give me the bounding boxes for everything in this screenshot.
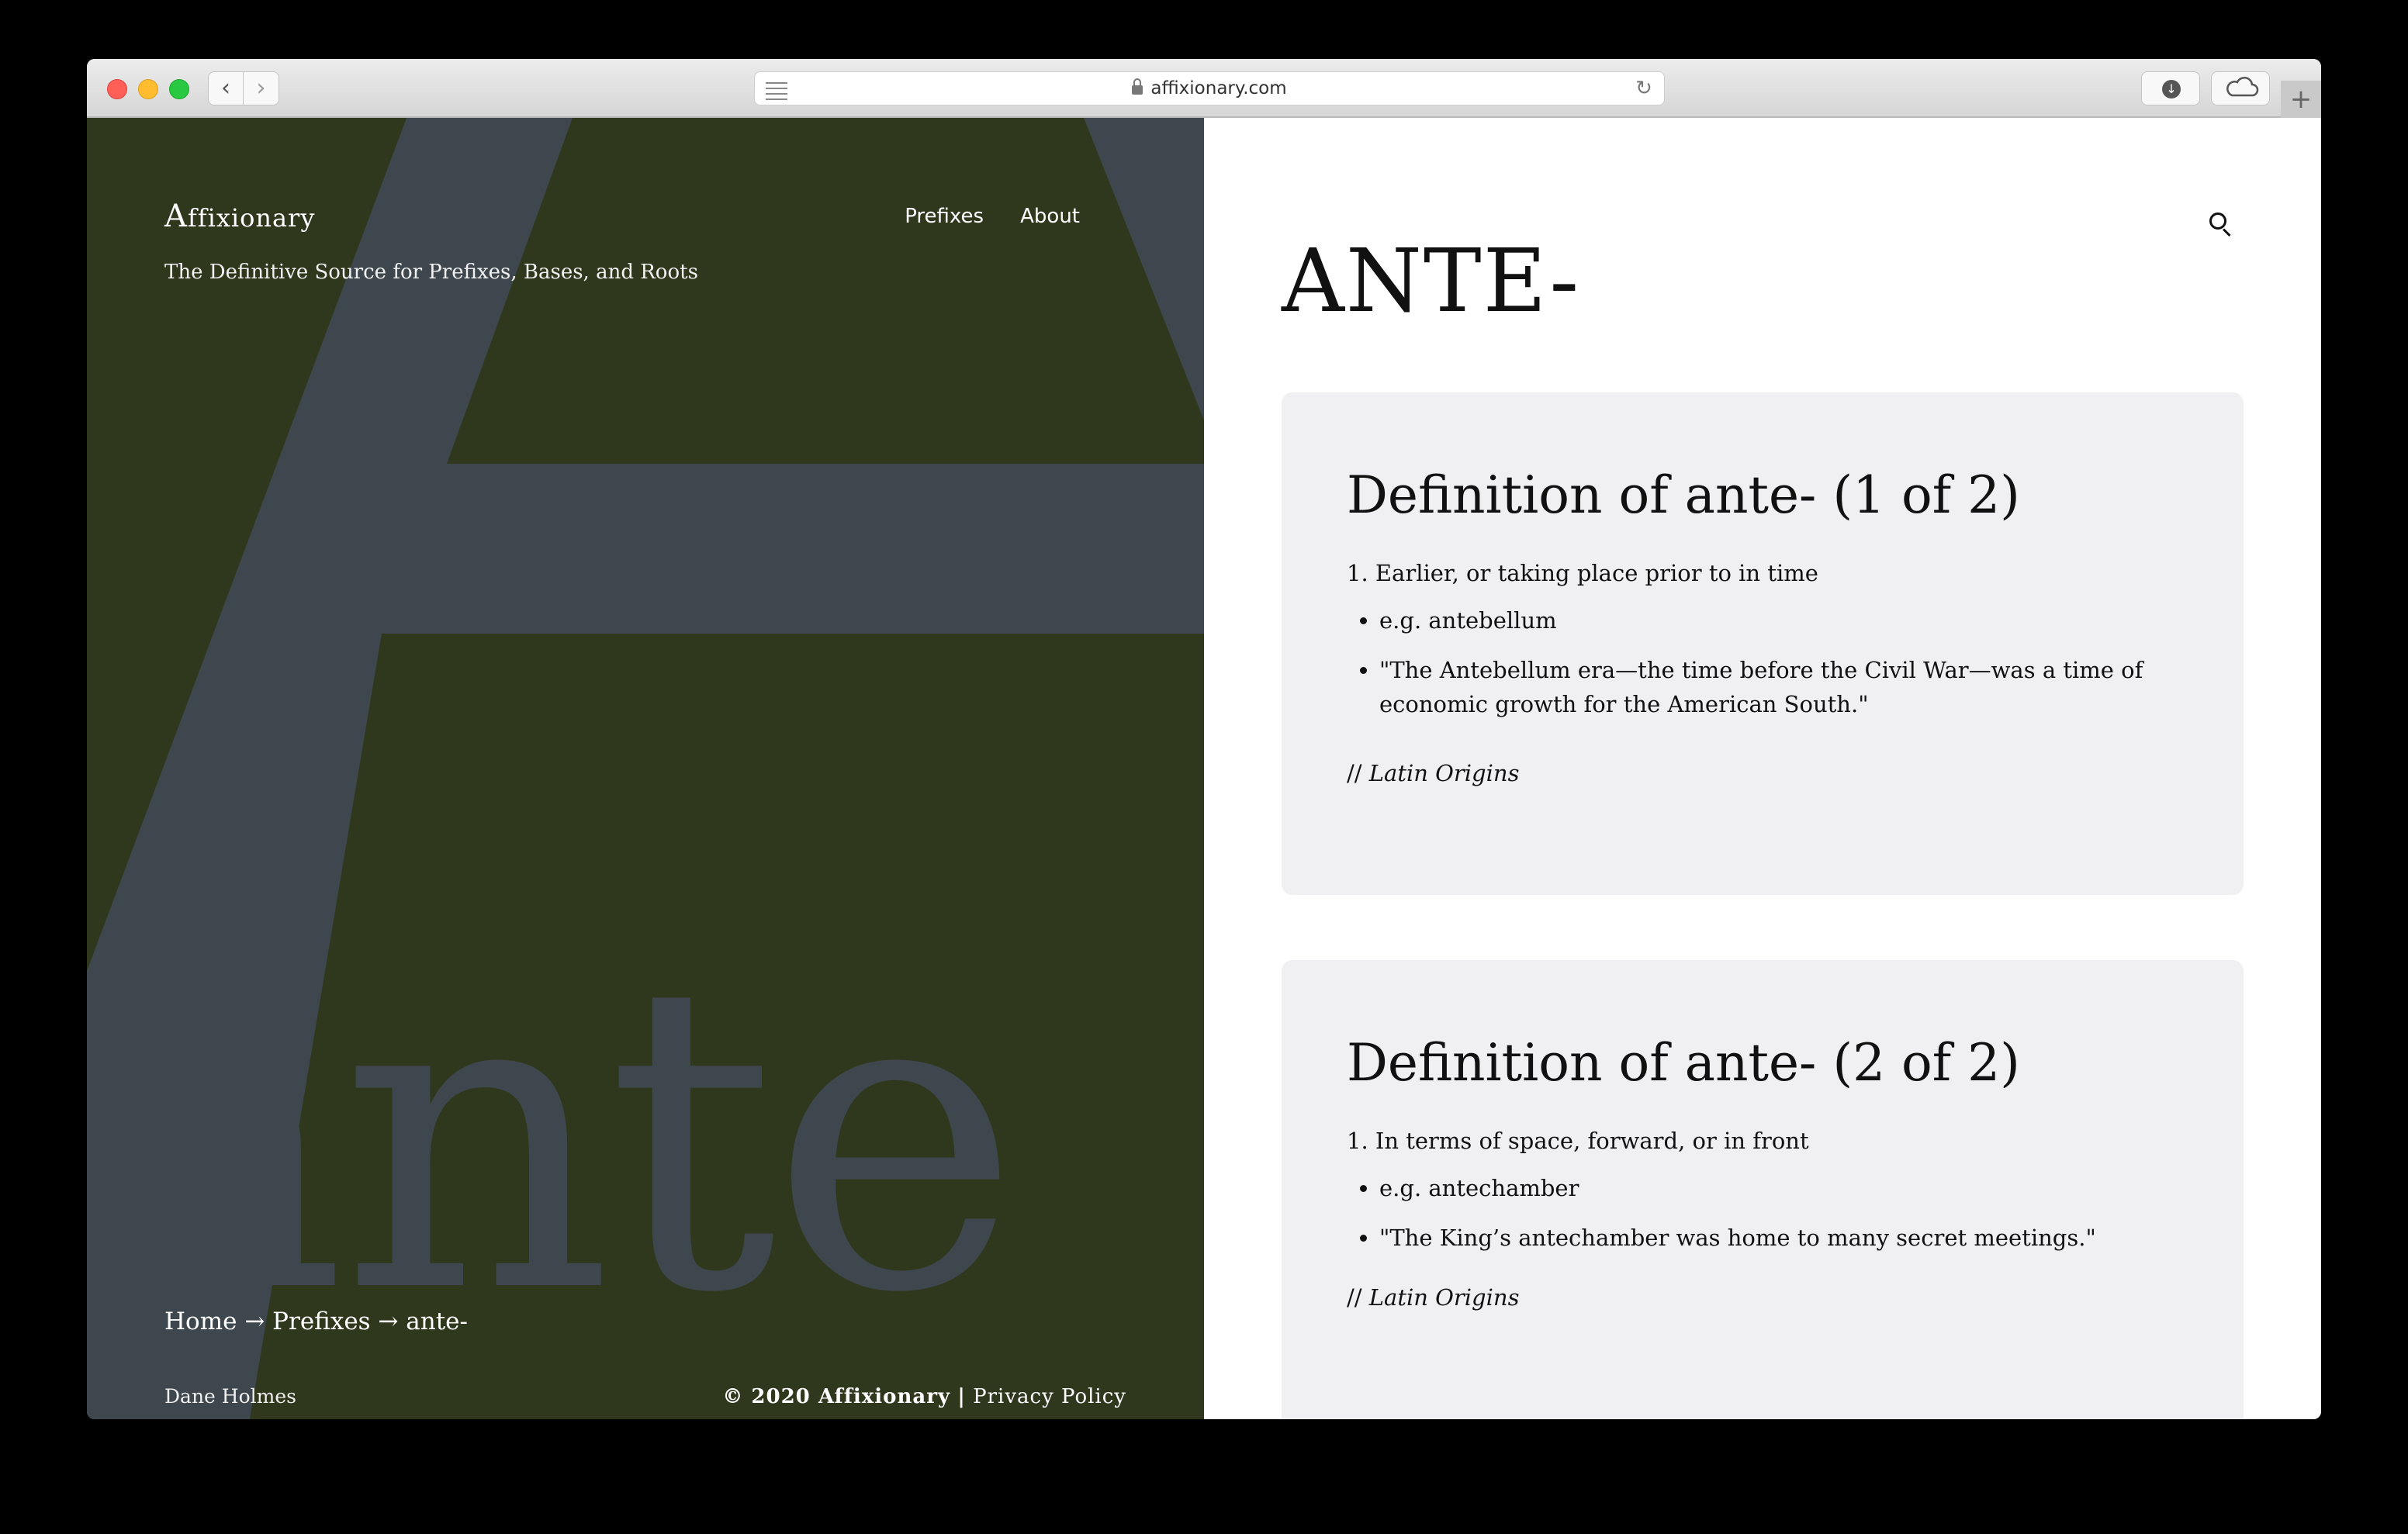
example-item: e.g. antebellum — [1379, 603, 2217, 637]
downloads-button[interactable]: ↓ — [2141, 71, 2200, 105]
page-title: ANTE- — [1282, 231, 1581, 332]
footer-copyright: © 2020 Affixionary | Privacy Policy — [722, 1385, 1126, 1408]
chevron-left-icon: ‹ — [221, 74, 230, 102]
chevron-right-icon: › — [256, 74, 266, 102]
example-item: e.g. antechamber — [1379, 1171, 2217, 1205]
origin-text: Latin Origins — [1368, 1284, 1520, 1311]
definition-sense: 1. In terms of space, forward, or in fro… — [1347, 1128, 1809, 1154]
icloud-tabs-button[interactable] — [2211, 71, 2270, 105]
hero-panel: ante Affixionary The Definitive Source f… — [87, 118, 1204, 1419]
site-logo[interactable]: Affixionary — [164, 199, 315, 234]
origin-prefix: // — [1347, 760, 1362, 786]
reload-icon[interactable]: ↻ — [1631, 75, 1656, 102]
origin-note: // Latin Origins — [1347, 1284, 1519, 1311]
privacy-policy-link[interactable]: Privacy Policy — [973, 1385, 1126, 1408]
definition-card: Definition of ante- (1 of 2) 1. Earlier,… — [1282, 392, 2244, 895]
site-tagline: The Definitive Source for Prefixes, Base… — [164, 261, 698, 284]
entry-content: ANTE- Definition of ante- (1 of 2) 1. Ea… — [1204, 118, 2321, 1419]
nav-link-prefixes[interactable]: Prefixes — [905, 205, 984, 228]
definition-card: Definition of ante- (2 of 2) 1. In terms… — [1282, 960, 2244, 1419]
zoom-window-button[interactable] — [169, 79, 189, 99]
address-bar[interactable]: affixionary.com ↻ — [754, 71, 1665, 105]
origin-prefix: // — [1347, 1284, 1362, 1311]
browser-window: ‹ › affixionary.com ↻ ↓ + ante Affixiona… — [87, 59, 2321, 1419]
brand-rest: ffixionary — [187, 203, 316, 233]
definition-sense: 1. Earlier, or taking place prior to in … — [1347, 560, 1818, 586]
example-item: "The King’s antechamber was home to many… — [1379, 1221, 2217, 1255]
search-icon[interactable] — [2209, 212, 2233, 237]
url-display[interactable]: affixionary.com — [755, 72, 1664, 105]
hero-letter-a-crossbar — [320, 464, 1204, 634]
breadcrumb-home[interactable]: Home — [164, 1308, 237, 1335]
new-tab-button[interactable]: + — [2281, 81, 2321, 118]
author-name: Dane Holmes — [164, 1385, 296, 1408]
definition-examples: e.g. antechamber "The King’s antechamber… — [1347, 1171, 2217, 1270]
browser-titlebar: ‹ › affixionary.com ↻ ↓ + — [87, 59, 2321, 118]
breadcrumb-separator: → — [370, 1308, 407, 1335]
download-icon: ↓ — [2162, 80, 2181, 98]
brand-initial: A — [164, 199, 188, 234]
definition-heading: Definition of ante- (2 of 2) — [1347, 1033, 2020, 1093]
breadcrumb-current: ante- — [406, 1308, 468, 1335]
nav-link-about[interactable]: About — [1020, 205, 1080, 228]
lock-icon — [1132, 78, 1143, 95]
definition-heading: Definition of ante- (1 of 2) — [1347, 465, 2020, 525]
origin-text: Latin Origins — [1368, 760, 1520, 786]
url-text: affixionary.com — [1150, 78, 1287, 98]
cloud-icon — [2226, 77, 2259, 97]
definition-examples: e.g. antebellum "The Antebellum era—the … — [1347, 603, 2217, 737]
forward-button[interactable]: › — [244, 71, 279, 105]
footer-divider: | — [957, 1385, 966, 1408]
hero-letter-a-right-stroke — [1084, 118, 1204, 420]
close-window-button[interactable] — [107, 79, 127, 99]
example-item: "The Antebellum era—the time before the … — [1379, 653, 2217, 721]
minimize-window-button[interactable] — [138, 79, 158, 99]
copyright-text: © 2020 Affixionary — [722, 1385, 951, 1408]
breadcrumb-prefixes[interactable]: Prefixes — [272, 1308, 370, 1335]
origin-note: // Latin Origins — [1347, 760, 1519, 786]
hero-background-letterforms: ante — [87, 118, 1204, 1419]
breadcrumb: Home → Prefixes → ante- — [164, 1308, 468, 1335]
back-button[interactable]: ‹ — [208, 71, 244, 105]
main-nav: Prefixes About — [872, 205, 1080, 228]
breadcrumb-separator: → — [237, 1308, 273, 1335]
